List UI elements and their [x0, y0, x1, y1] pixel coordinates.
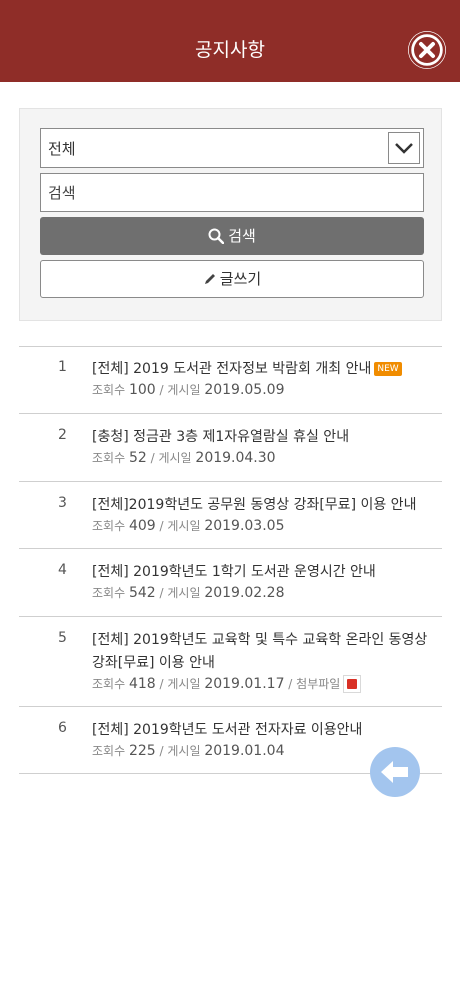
notice-title[interactable]: [전체] 2019 도서관 전자정보 박람회 개최 안내 NEW — [92, 358, 442, 381]
search-icon — [208, 220, 225, 258]
notice-title-text: [전체]2019학년도 공무원 동영상 강좌[무료] 이용 안내 — [92, 497, 417, 513]
notice-title-text: [충청] 정금관 3층 제1자유열람실 휴실 안내 — [92, 429, 350, 445]
arrow-left-icon — [381, 761, 408, 783]
notice-number: 3 — [58, 495, 67, 511]
notice-title-text: [전체] 2019학년도 1학기 도서관 운영시간 안내 — [92, 564, 376, 580]
date-label: 게시일 — [167, 744, 201, 758]
views-label: 조회수 — [92, 519, 126, 533]
notice-row[interactable]: 3 [전체]2019학년도 공무원 동영상 강좌[무료] 이용 안내 조회수 4… — [19, 482, 442, 549]
date-label: 게시일 — [167, 383, 201, 397]
views-label: 조회수 — [92, 383, 126, 397]
views-label: 조회수 — [92, 744, 126, 758]
notice-row[interactable]: 4 [전체] 2019학년도 1학기 도서관 운영시간 안내 조회수 542 /… — [19, 549, 442, 617]
category-select[interactable]: 전체 — [40, 128, 424, 168]
post-date: 2019.05.09 — [204, 382, 285, 398]
views-count: 225 — [128, 743, 156, 759]
page-title: 공지사항 — [195, 39, 265, 61]
notice-title[interactable]: [전체] 2019학년도 도서관 전자자료 이용안내 — [92, 719, 442, 742]
notice-row[interactable]: 1 [전체] 2019 도서관 전자정보 박람회 개최 안내 NEW 조회수 10… — [19, 347, 442, 414]
date-label: 게시일 — [167, 586, 201, 600]
select-dropdown-button[interactable] — [388, 132, 420, 164]
views-count: 542 — [128, 585, 156, 601]
views-count: 418 — [128, 676, 156, 692]
write-button-label: 글쓰기 — [219, 270, 262, 288]
new-badge: NEW — [374, 362, 402, 376]
search-input[interactable] — [40, 173, 424, 212]
notice-meta: 조회수 542 / 게시일 2019.02.28 — [92, 585, 285, 601]
date-label: 게시일 — [167, 519, 201, 533]
attachment-label: 첨부파일 — [296, 677, 341, 691]
notice-title[interactable]: [전체] 2019학년도 1학기 도서관 운영시간 안내 — [92, 561, 442, 584]
header-bar: 공지사항 — [0, 0, 460, 82]
views-label: 조회수 — [92, 677, 126, 691]
notice-title[interactable]: [전체]2019학년도 공무원 동영상 강좌[무료] 이용 안내 — [92, 494, 442, 517]
search-button-label: 검색 — [228, 227, 256, 245]
notice-number: 5 — [58, 630, 67, 646]
notice-list: 1 [전체] 2019 도서관 전자정보 박람회 개최 안내 NEW 조회수 10… — [19, 346, 442, 774]
chevron-down-icon — [395, 143, 413, 154]
notice-title-text: [전체] 2019학년도 교육학 및 특수 교육학 온라인 동영상 강좌[무료]… — [92, 632, 428, 671]
notice-meta: 조회수 409 / 게시일 2019.03.05 — [92, 518, 285, 534]
notice-row[interactable]: 5 [전체] 2019학년도 교육학 및 특수 교육학 온라인 동영상 강좌[무… — [19, 617, 442, 707]
notice-meta: 조회수 52 / 게시일 2019.04.30 — [92, 450, 276, 466]
post-date: 2019.03.05 — [204, 518, 285, 534]
date-label: 게시일 — [167, 677, 201, 691]
views-count: 100 — [128, 382, 156, 398]
search-button[interactable]: 검색 — [40, 217, 424, 255]
notice-row[interactable]: 2 [충청] 정금관 3층 제1자유열람실 휴실 안내 조회수 52 / 게시일… — [19, 414, 442, 482]
notice-title[interactable]: [충청] 정금관 3층 제1자유열람실 휴실 안내 — [92, 426, 442, 449]
back-button[interactable] — [370, 747, 420, 797]
close-button[interactable] — [408, 31, 446, 69]
post-date: 2019.02.28 — [204, 585, 285, 601]
close-icon — [408, 31, 446, 69]
views-count: 409 — [128, 518, 156, 534]
notice-meta: 조회수 418 / 게시일 2019.01.17 / 첨부파일 — [92, 675, 362, 693]
notice-number: 1 — [58, 359, 67, 375]
notice-number: 2 — [58, 427, 67, 443]
write-button[interactable]: 글쓰기 — [40, 260, 424, 298]
notice-number: 6 — [58, 720, 67, 736]
post-date: 2019.04.30 — [195, 450, 276, 466]
notice-title-text: [전체] 2019 도서관 전자정보 박람회 개최 안내 — [92, 361, 372, 377]
notice-meta: 조회수 225 / 게시일 2019.01.04 — [92, 743, 285, 759]
views-count: 52 — [128, 450, 147, 466]
pencil-icon — [203, 263, 217, 299]
notice-meta: 조회수 100 / 게시일 2019.05.09 — [92, 382, 285, 398]
search-panel: 전체 검색 글쓰기 — [19, 108, 442, 321]
views-label: 조회수 — [92, 451, 126, 465]
category-select-value: 전체 — [48, 140, 76, 158]
date-label: 게시일 — [158, 451, 192, 465]
attachment-file-icon[interactable] — [343, 675, 362, 693]
notice-title[interactable]: [전체] 2019학년도 교육학 및 특수 교육학 온라인 동영상 강좌[무료]… — [92, 629, 442, 675]
notice-title-text: [전체] 2019학년도 도서관 전자자료 이용안내 — [92, 722, 363, 738]
post-date: 2019.01.17 — [204, 676, 285, 692]
notice-number: 4 — [58, 562, 67, 578]
views-label: 조회수 — [92, 586, 126, 600]
post-date: 2019.01.04 — [204, 743, 285, 759]
